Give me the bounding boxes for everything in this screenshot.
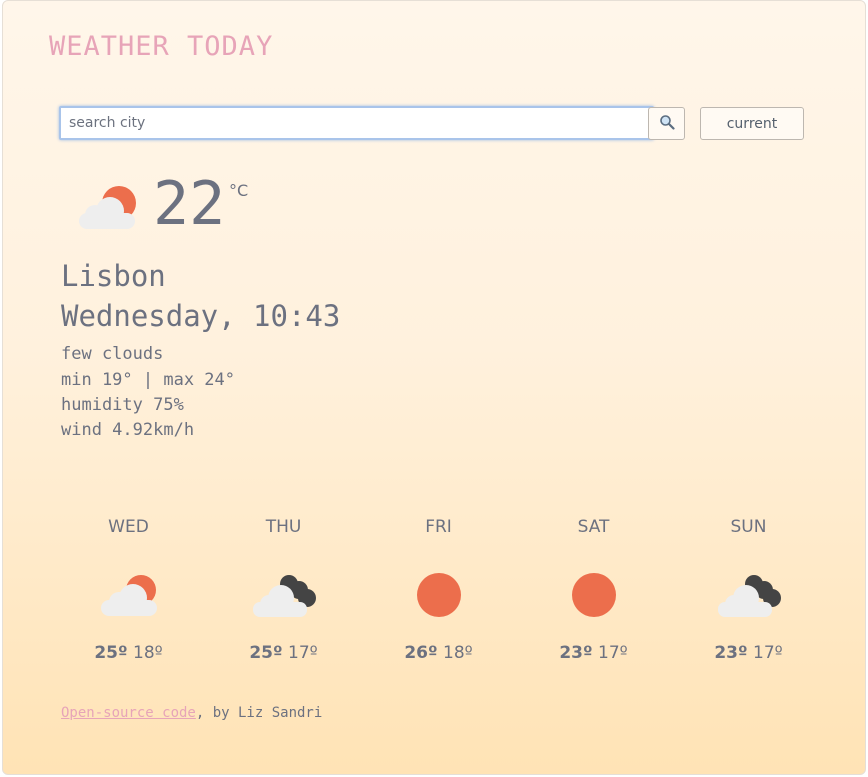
forecast-max: 25º [249,643,283,663]
forecast-min: 18º [133,643,163,663]
search-button[interactable] [648,107,685,140]
forecast-max: 23º [559,643,593,663]
footer: Open-source code, by Liz Sandri [61,705,322,721]
forecast-row: WED 25º 18º THU 25º 17º FRI 26º 18º SAT … [51,515,827,663]
current-temperature: 22 [153,169,226,239]
forecast-day: THU 25º 17º [206,515,361,663]
forecast-min: 18º [443,643,473,663]
forecast-day: SAT 23º 17º [516,515,671,663]
forecast-min: 17º [753,643,783,663]
current-datetime: Wednesday, 10:43 [61,299,341,333]
humidity-value: humidity 75% [61,395,184,415]
forecast-day: FRI 26º 18º [361,515,516,663]
forecast-max: 26º [404,643,438,663]
clear-sun-icon [569,559,619,631]
open-source-link[interactable]: Open-source code [61,705,196,721]
wind-value: wind 4.92km/h [61,420,195,440]
search-input[interactable] [59,106,654,140]
forecast-day: WED 25º 18º [51,515,206,663]
forecast-max: 25º [94,643,128,663]
current-location-button[interactable]: current [700,107,804,140]
few-clouds-day-icon [97,559,161,631]
forecast-day-name: THU [265,517,302,537]
min-max-temperature: min 19° | max 24° [61,370,235,390]
forecast-day-name: SUN [730,517,767,537]
forecast-min: 17º [288,643,318,663]
broken-clouds-icon [251,559,317,631]
broken-clouds-icon [716,559,782,631]
clear-sun-icon [414,559,464,631]
forecast-day-name: FRI [425,517,452,537]
weather-card: WEATHER TODAY current 22 °C Lisbon Wedne… [2,0,866,775]
weather-description: few clouds [61,344,164,364]
app-title: WEATHER TODAY [49,31,274,62]
temperature-unit-celsius[interactable]: °C [229,181,248,200]
forecast-min: 17º [598,643,628,663]
forecast-day-name: WED [108,517,149,537]
forecast-day-name: SAT [577,517,610,537]
search-icon [659,114,675,134]
city-name: Lisbon [61,259,166,293]
forecast-day: SUN 23º 17º [671,515,826,663]
forecast-max: 23º [714,643,748,663]
footer-credit: , by Liz Sandri [195,705,323,721]
few-clouds-day-icon [75,183,139,237]
